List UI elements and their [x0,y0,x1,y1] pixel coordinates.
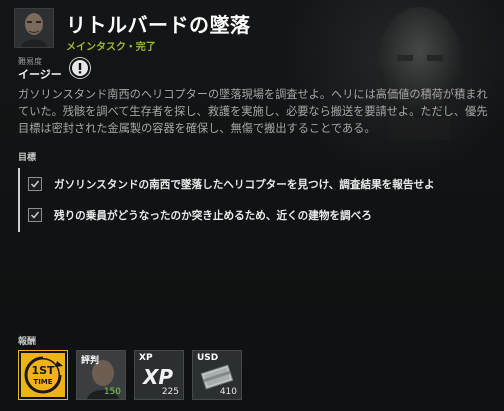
check-icon [30,211,40,219]
objective-item: 残りの乗員がどうなったのか突き止めるため、近くの建物を調べろ [28,205,372,225]
objective-item: ガソリンスタンドの南西で墜落したヘリコプターを見つけ、調査結果を報告せよ [28,174,435,194]
difficulty-value: イージー [18,68,62,81]
reward-usd[interactable]: USD 410 [192,350,242,400]
svg-text:XP: XP [141,365,173,389]
objectives-list: ガソリンスタンドの南西で墜落したヘリコプターを見つけ、調査結果を報告せよ 残りの… [18,168,490,232]
quest-title: リトルバードの墜落 [66,13,251,37]
reward-first-time[interactable]: 1ST TIME [18,350,68,400]
objective-text: ガソリンスタンドの南西で墜落したヘリコプターを見つけ、調査結果を報告せよ [54,178,435,191]
objective-checkbox[interactable] [28,177,42,191]
quest-giver-avatar [14,8,54,48]
reward-title: XP [139,353,153,363]
difficulty-info-icon[interactable] [70,58,90,78]
quest-panel: リトルバードの墜落 メインタスク・完了 難易度 イージー ガソリンスタンド南西の… [0,0,504,411]
avatar-portrait-icon [15,9,53,47]
quest-description: ガソリンスタンド南西のヘリコプターの墜落現場を調査せよ。ヘリには高価値の積荷が積… [18,88,488,135]
objective-text: 残りの乗員がどうなったのか突き止めるため、近くの建物を調べろ [54,209,372,222]
reward-value: 150 [103,387,121,397]
rewards-label: 報酬 [18,337,37,347]
reward-value: 410 [219,387,237,397]
reward-xp[interactable]: XP XP 225 [134,350,184,400]
objectives-label: 目標 [18,153,37,163]
reward-title: USD [197,353,219,363]
reward-reputation[interactable]: 評判 150 [76,350,126,400]
objective-checkbox[interactable] [28,208,42,222]
reward-value: 225 [161,387,179,397]
reward-title: 評判 [81,356,100,366]
check-icon [30,180,40,188]
first-time-badge-icon: 1ST TIME [21,353,65,397]
quest-status: メインタスク・完了 [66,42,156,53]
svg-text:1ST: 1ST [31,364,55,377]
svg-text:TIME: TIME [33,378,52,386]
